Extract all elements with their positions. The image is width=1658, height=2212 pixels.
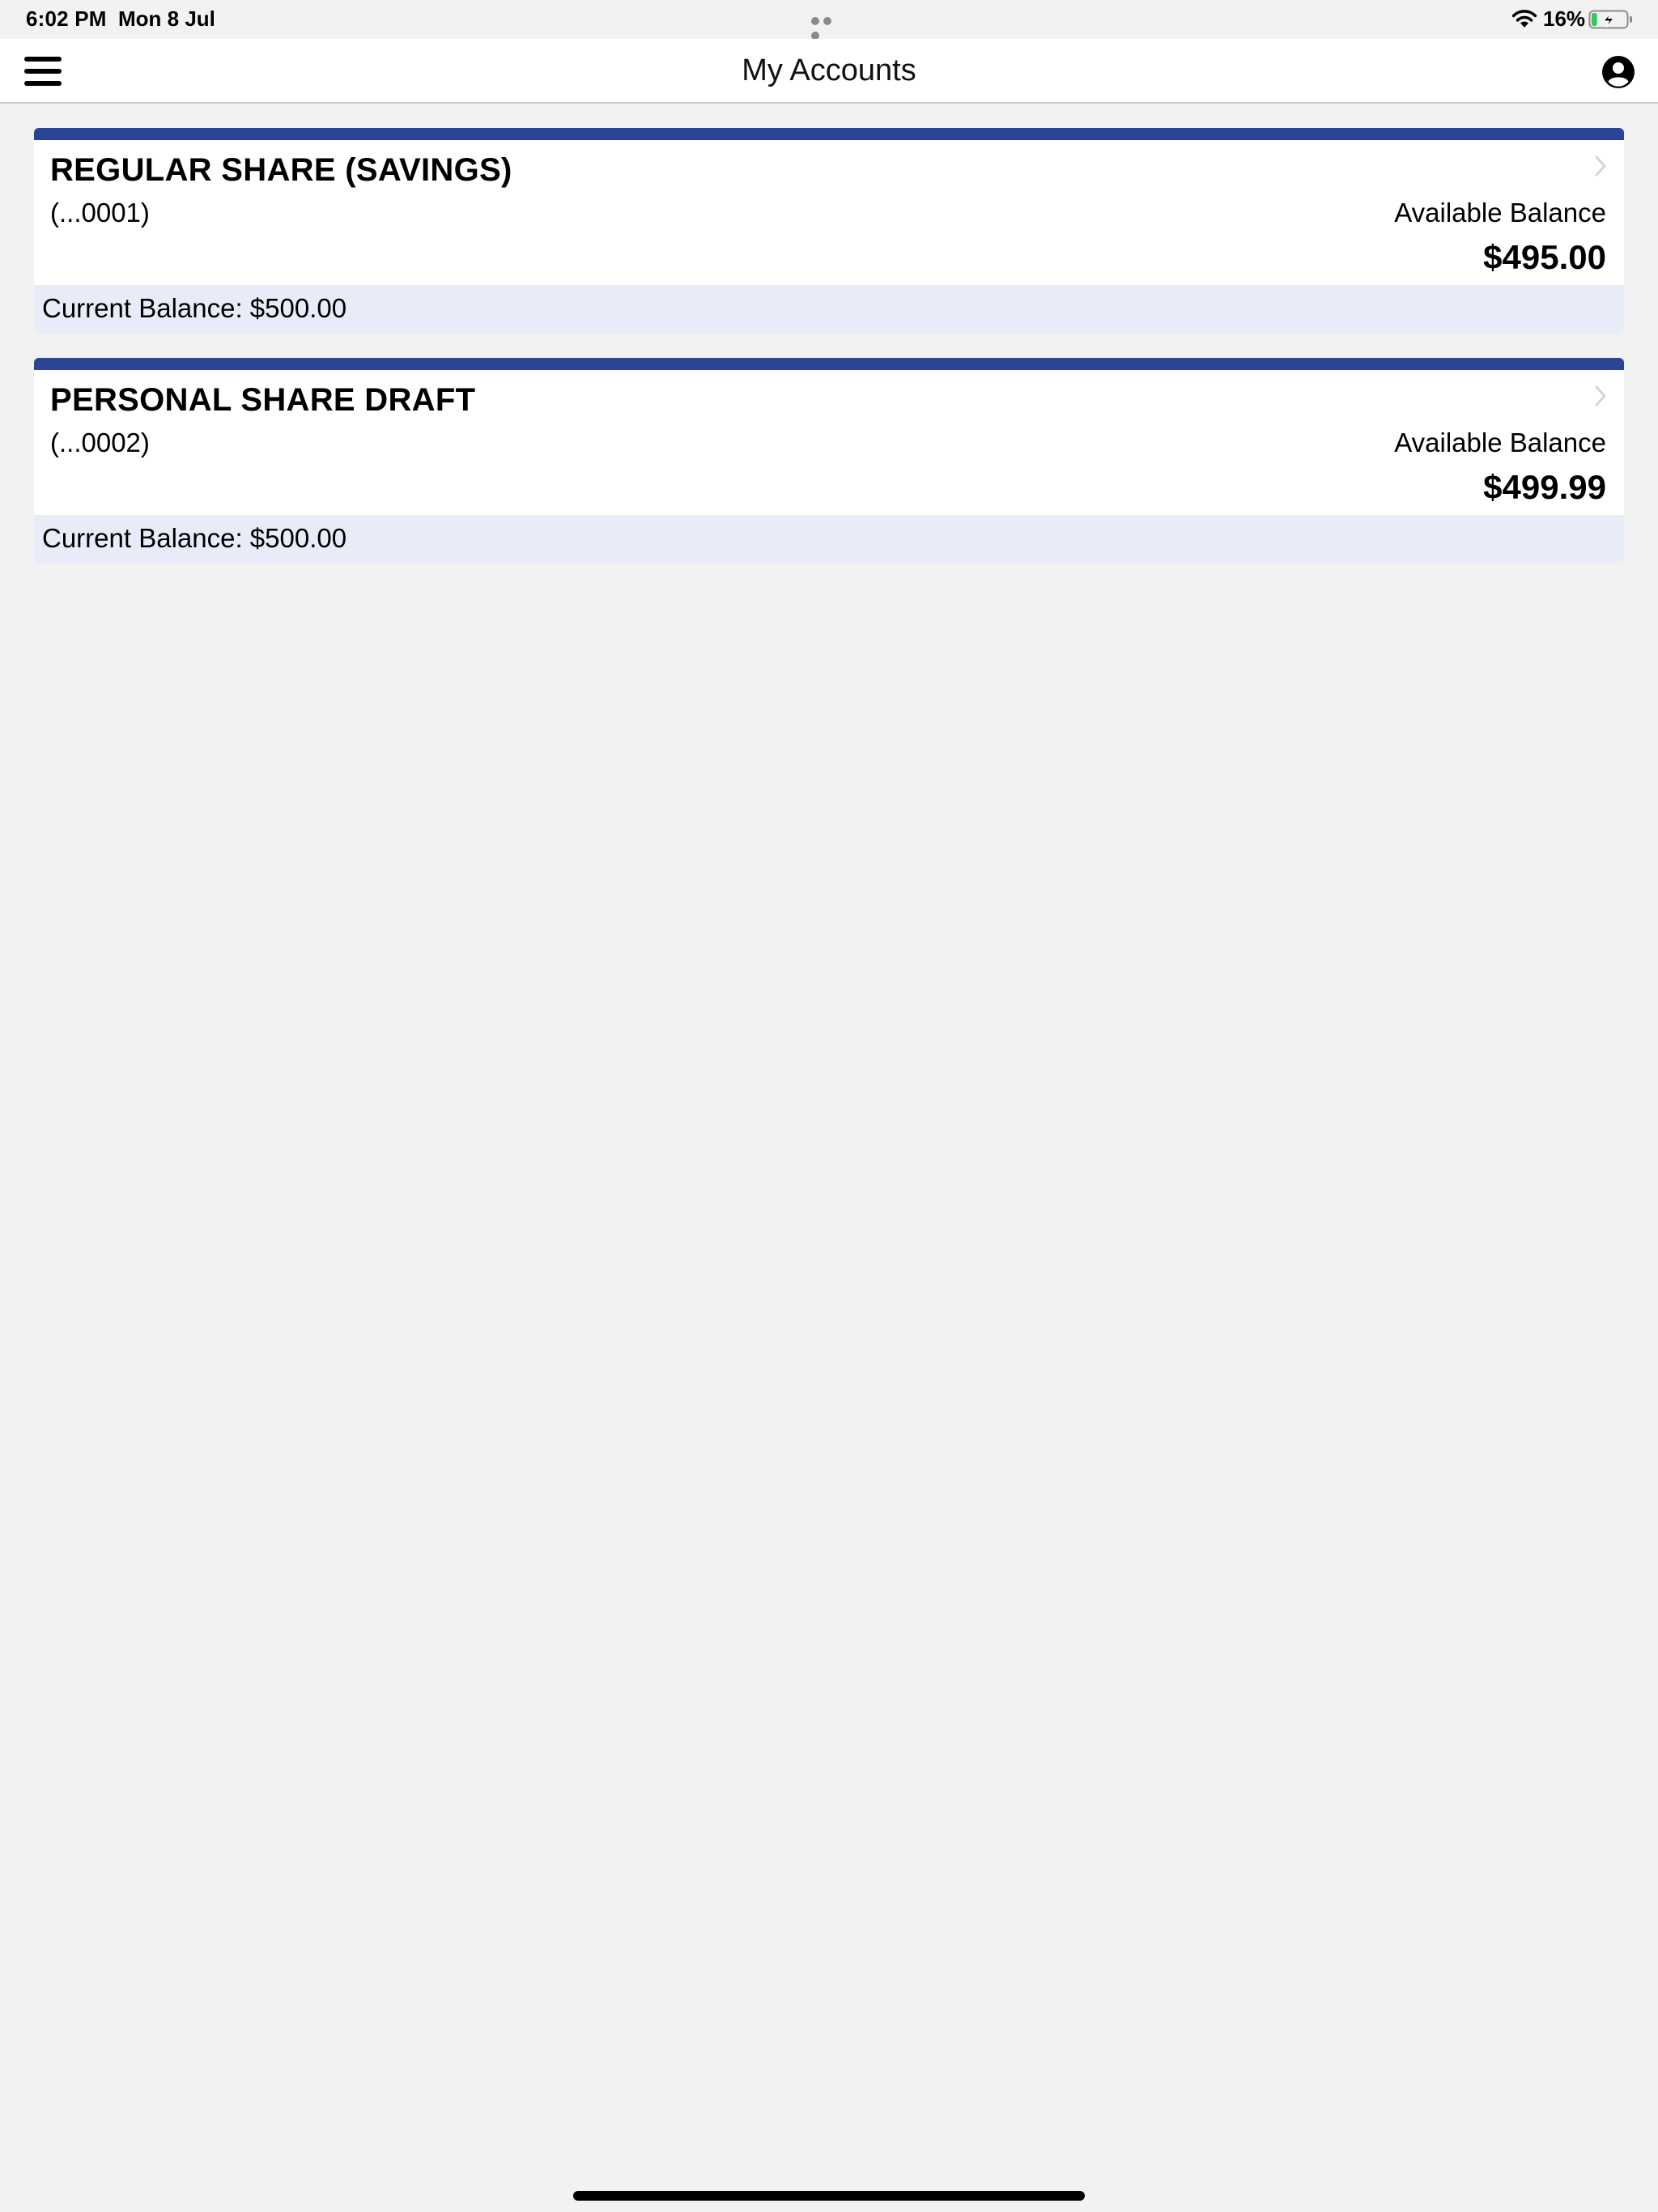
- chevron-right-icon: [1595, 385, 1606, 406]
- user-circle-icon[interactable]: [1601, 55, 1635, 89]
- available-balance-amount: $499.99: [1483, 468, 1606, 506]
- account-name: PERSONAL SHARE DRAFT: [50, 382, 476, 418]
- account-card-personal-share-draft[interactable]: PERSONAL SHARE DRAFT (...0002) Available…: [34, 358, 1624, 564]
- available-balance-label: Available Balance: [1394, 198, 1606, 228]
- status-bar: 6:02 PM Mon 8 Jul 16%: [0, 0, 1658, 40]
- home-indicator[interactable]: [573, 2191, 1085, 2201]
- multitasking-dots-icon[interactable]: [811, 15, 847, 40]
- accounts-list: REGULAR SHARE (SAVINGS) (...0001) Availa…: [34, 128, 1624, 588]
- current-balance-row: Current Balance: $500.00: [34, 515, 1624, 564]
- wifi-icon: [1511, 10, 1537, 28]
- chevron-right-icon: [1595, 155, 1606, 177]
- current-balance-text: Current Balance: $500.00: [42, 523, 347, 553]
- account-name: REGULAR SHARE (SAVINGS): [50, 152, 512, 188]
- page-title: My Accounts: [742, 53, 916, 87]
- battery-percent: 16%: [1543, 6, 1586, 31]
- available-balance-amount: $495.00: [1483, 238, 1606, 276]
- status-time: 6:02 PM: [26, 6, 107, 31]
- account-number: (...0002): [50, 428, 150, 457]
- status-date: Mon 8 Jul: [118, 6, 215, 31]
- current-balance-text: Current Balance: $500.00: [42, 293, 347, 323]
- current-balance-row: Current Balance: $500.00: [34, 285, 1624, 334]
- account-card-regular-share[interactable]: REGULAR SHARE (SAVINGS) (...0001) Availa…: [34, 128, 1624, 334]
- available-balance-label: Available Balance: [1394, 428, 1606, 457]
- nav-bar: My Accounts: [0, 39, 1658, 104]
- card-accent-bar: [34, 358, 1624, 370]
- battery-charging-icon: [1588, 10, 1632, 29]
- card-accent-bar: [34, 128, 1624, 140]
- account-number: (...0001): [50, 198, 150, 228]
